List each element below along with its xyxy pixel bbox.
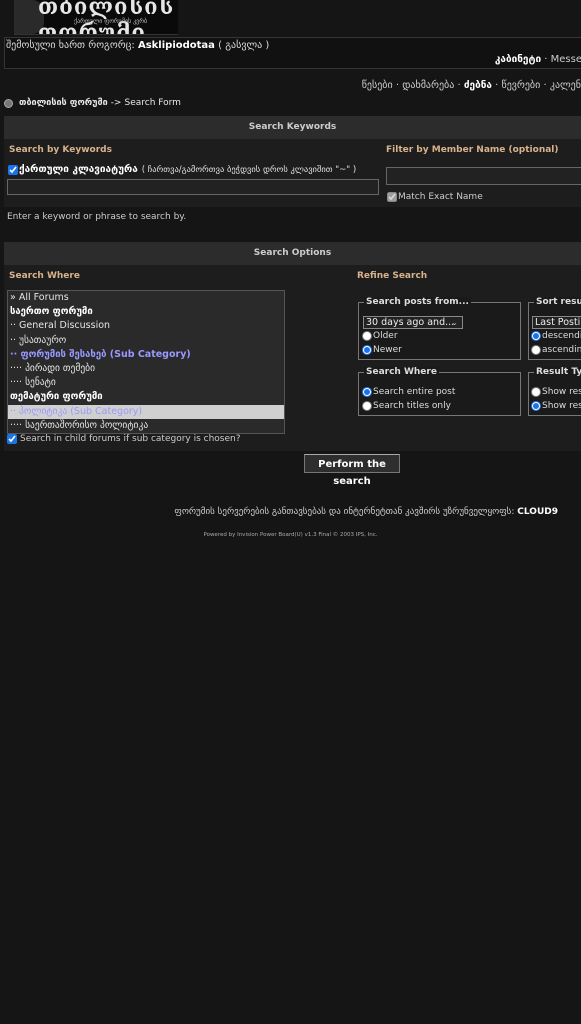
forum-logo[interactable]: თბილისის ფორუმი ქართული ფორუმის კვრბ [14, 0, 178, 35]
keyword-hint: Enter a keyword or phrase to search by. [7, 212, 187, 222]
older-radio[interactable] [362, 331, 372, 341]
sort-by-select[interactable]: Last Postin [532, 316, 581, 329]
nav-search[interactable]: ძებნა [464, 80, 492, 91]
cabinet-link[interactable]: კაბინეტი [495, 54, 541, 65]
keywords-input[interactable] [7, 179, 379, 195]
show-topics-radio[interactable] [531, 401, 541, 411]
sort-results-legend: Sort results [534, 297, 581, 307]
logout-link[interactable]: ( გასვლა ) [218, 40, 269, 51]
breadcrumb-forum-link[interactable]: თბილისის ფორუმი [19, 98, 108, 108]
messenger-link[interactable]: Messe [551, 54, 581, 65]
perform-search-button[interactable]: Perform the search [304, 454, 400, 487]
search-where-heading: Search Where [9, 271, 80, 281]
nav-help[interactable]: დახმარება [402, 80, 454, 91]
login-status: შემოსული ხართ როგორც: Asklipiodotaa ( გა… [6, 40, 270, 51]
show-topics-option: Show resu [531, 401, 581, 411]
forum-select-list[interactable]: » All Forums საერთო ფორუმი ·· General Disc… [7, 290, 285, 434]
search-where-fieldset: Search Where Search entire post Search t… [358, 367, 521, 416]
chevron-down-icon: ⌄ [451, 318, 458, 327]
hosting-credit: ფორუმის სერვერების განთავსებას და ინტერნ… [174, 507, 558, 517]
search-where-legend: Search Where [364, 367, 439, 377]
user-bar: შემოსული ხართ როგორც: Asklipiodotaa ( გა… [4, 37, 581, 69]
top-nav: წესები · დახმარება · ძებნა · წევრები · კ… [361, 80, 581, 91]
nav-members[interactable]: წევრები [502, 80, 541, 91]
result-type-legend: Result Type [534, 367, 581, 377]
forum-option[interactable]: ·· უსათაურო [8, 334, 284, 348]
member-name-input[interactable] [386, 167, 581, 185]
match-exact-option: Match Exact Name [387, 192, 483, 202]
forum-option[interactable]: ···· სენატი [8, 376, 284, 390]
username-link[interactable]: Asklipiodotaa [138, 40, 215, 51]
georgian-keyboard-toggle: ქართული კლავიატურა ( ჩართვა/გამორთვა ბეჭ… [8, 164, 356, 175]
forum-option[interactable]: » All Forums [8, 291, 284, 305]
newer-radio[interactable] [362, 345, 372, 355]
show-posts-radio[interactable] [531, 387, 541, 397]
newer-option: Newer [362, 345, 402, 355]
forum-option[interactable]: ·· ფორუმის შესახებ (Sub Category) [8, 348, 284, 362]
entire-post-option: Search entire post [362, 387, 455, 397]
ascending-option: ascending [531, 345, 581, 355]
refine-search-heading: Refine Search [357, 271, 428, 281]
sort-results-fieldset: Sort results Last Postin descendin ascen… [528, 297, 581, 360]
breadcrumb: თბილისის ფორუმი -> Search Form [4, 98, 181, 108]
cloud9-link[interactable]: CLOUD9 [517, 507, 558, 517]
titles-only-radio[interactable] [362, 401, 372, 411]
ascending-radio[interactable] [531, 345, 541, 355]
posts-from-legend: Search posts from... [364, 297, 471, 307]
forum-option[interactable]: ···· საერთაშორისო პოლიტიკა [8, 419, 284, 433]
search-options-header: Search Options [4, 242, 581, 265]
forum-option[interactable]: საერთო ფორუმი [8, 305, 284, 319]
logo-subtitle: ქართული ფორუმის კვრბ [74, 18, 148, 25]
forum-option[interactable]: ·· General Discussion [8, 319, 284, 333]
powered-by: Powered by Invision Power Board(U) v1.3 … [203, 532, 378, 538]
forum-option[interactable]: ···· პირადი თემები [8, 362, 284, 376]
show-posts-option: Show resu [531, 387, 581, 397]
nav-calendar[interactable]: კალენ [550, 80, 581, 91]
descending-option: descendin [531, 331, 581, 341]
posts-from-fieldset: Search posts from... 30 days ago and... … [358, 297, 521, 360]
user-links: კაბინეტი · Messe [494, 54, 581, 65]
by-member-heading: Filter by Member Name (optional) [386, 145, 559, 155]
breadcrumb-bullet-icon [4, 98, 13, 108]
result-type-fieldset: Result Type Show resu Show resu [528, 367, 581, 416]
breadcrumb-current: Search Form [124, 98, 181, 108]
nav-rules[interactable]: წესები [362, 80, 393, 91]
by-keywords-heading: Search by Keywords [9, 145, 112, 155]
forum-option[interactable]: თემატური ფორუმი [8, 390, 284, 404]
descending-radio[interactable] [531, 331, 541, 341]
child-forums-option: Search in child forums if sub category i… [7, 434, 241, 444]
entire-post-radio[interactable] [362, 387, 372, 397]
older-option: Older [362, 331, 398, 341]
search-keywords-header: Search Keywords [4, 116, 581, 139]
child-forums-checkbox[interactable] [7, 434, 17, 444]
forum-option[interactable]: ·· პოლიტიკა (Sub Category) [8, 404, 284, 419]
posts-from-select[interactable]: 30 days ago and... ⌄ [363, 316, 463, 329]
match-exact-checkbox[interactable] [387, 192, 397, 202]
titles-only-option: Search titles only [362, 401, 451, 411]
georgian-keyboard-checkbox[interactable] [8, 164, 18, 175]
